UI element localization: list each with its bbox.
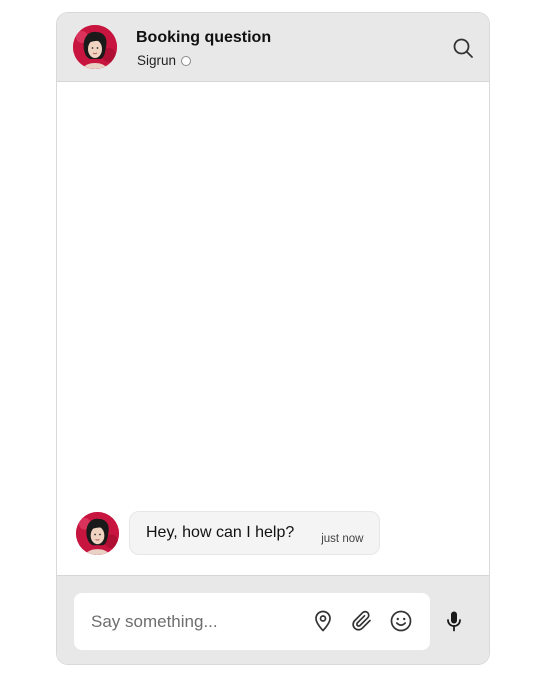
emoji-button[interactable] — [389, 609, 413, 633]
attach-button[interactable] — [350, 609, 374, 633]
chat-header: Booking question Sigrun — [57, 13, 489, 82]
location-pin-icon — [315, 610, 331, 632]
composer — [57, 575, 489, 664]
status-indicator — [181, 55, 192, 66]
message-input-container — [74, 593, 430, 650]
message-list[interactable]: Hey, how can I help? just now — [57, 82, 489, 575]
message-bubble: Hey, how can I help? just now — [129, 511, 381, 555]
search-button[interactable] — [451, 36, 475, 60]
message-input[interactable] — [74, 593, 294, 650]
voice-message-button[interactable] — [442, 609, 466, 633]
chat-title: Booking question — [136, 29, 272, 46]
message-avatar — [76, 512, 119, 555]
message-timestamp: just now — [321, 533, 364, 545]
microphone-icon — [447, 611, 461, 632]
location-button[interactable] — [311, 609, 335, 633]
smiley-icon — [390, 610, 412, 632]
agent-name: Sigrun — [137, 53, 177, 68]
message-text: Hey, how can I help? — [146, 524, 295, 541]
paperclip-icon — [352, 610, 371, 631]
agent-info: Sigrun — [137, 53, 192, 68]
search-icon — [453, 38, 473, 58]
agent-avatar — [73, 25, 117, 69]
chat-window: Booking question Sigrun Hey, how can I h… — [56, 12, 490, 665]
